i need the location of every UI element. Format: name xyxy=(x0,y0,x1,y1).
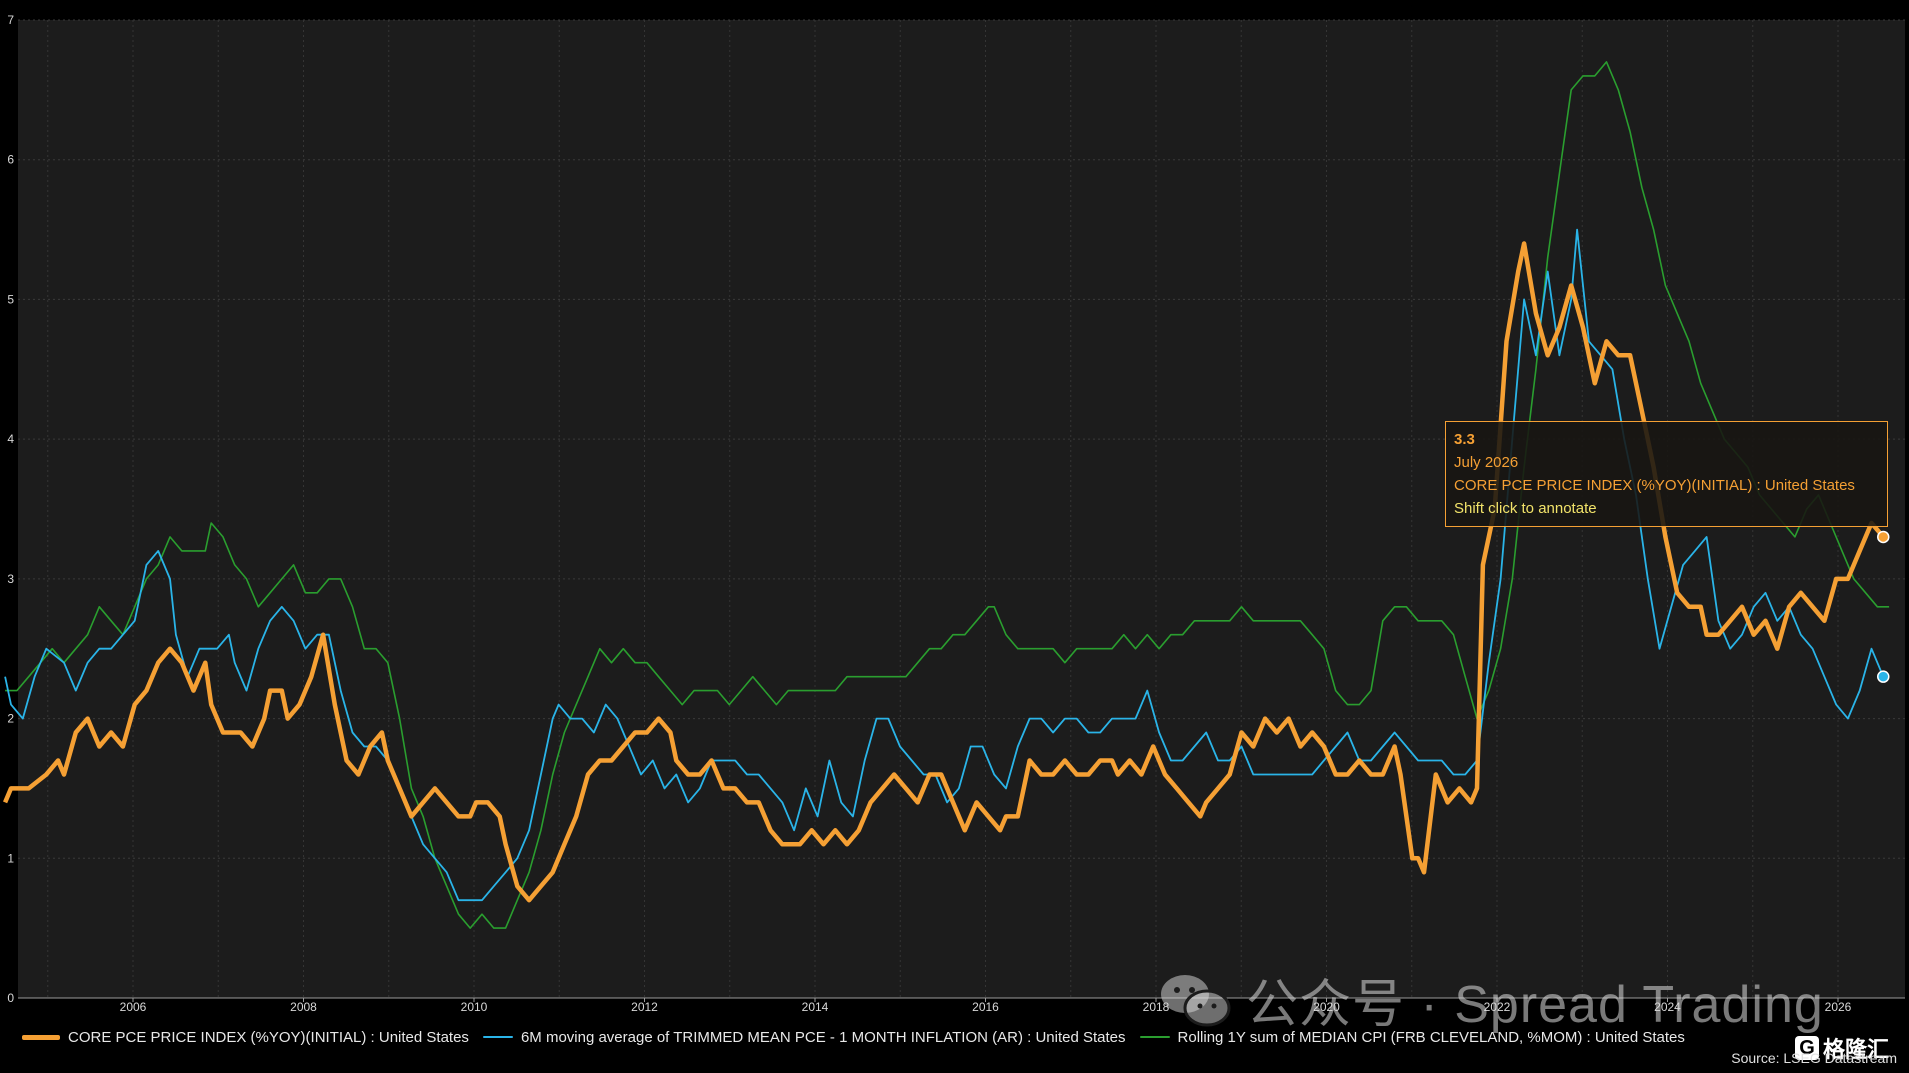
x-tick-label: 2012 xyxy=(631,1000,658,1014)
y-tick-label: 0 xyxy=(7,991,14,1005)
legend-label: CORE PCE PRICE INDEX (%YOY)(INITIAL) : U… xyxy=(68,1028,469,1046)
y-tick-label: 6 xyxy=(7,153,14,167)
legend-swatch xyxy=(482,1036,513,1038)
y-tick-label: 5 xyxy=(7,292,14,306)
tooltip-value: 3.3 xyxy=(1454,431,1475,448)
y-tick-label: 7 xyxy=(7,13,14,27)
y-tick-label: 2 xyxy=(7,712,14,726)
chart-legend: CORE PCE PRICE INDEX (%YOY)(INITIAL) : U… xyxy=(22,1026,1699,1048)
line-chart: 01234567 2006 2008 2010 2012 2014 2016 2018 202… xyxy=(0,0,1909,1073)
y-tick-label: 4 xyxy=(7,432,14,446)
x-tick-label: 2016 xyxy=(972,1000,999,1014)
legend-swatch xyxy=(22,1034,60,1040)
legend-label: Rolling 1Y sum of MEDIAN CPI (FRB CLEVEL… xyxy=(1177,1028,1685,1046)
tooltip-series: CORE PCE PRICE INDEX (%YOY)(INITIAL) : U… xyxy=(1454,477,1855,494)
x-tick-label: 2010 xyxy=(461,1000,488,1014)
x-tick-label: 2006 xyxy=(120,1000,147,1014)
legend-label: 6M moving average of TRIMMED MEAN PCE - … xyxy=(520,1028,1126,1046)
legend-item-trimmed-mean: 6M moving average of TRIMMED MEAN PCE - … xyxy=(482,1028,1126,1046)
series-end-point[interactable] xyxy=(1877,530,1890,544)
series-end-point[interactable] xyxy=(1877,670,1890,683)
legend-item-median-cpi: Rolling 1Y sum of MEDIAN CPI (FRB CLEVEL… xyxy=(1139,1028,1685,1046)
wechat-icon xyxy=(1161,974,1231,1026)
tooltip-hint: Shift click to annotate xyxy=(1454,500,1597,517)
y-tick-label: 1 xyxy=(7,851,14,865)
legend-item-core-pce: CORE PCE PRICE INDEX (%YOY)(INITIAL) : U… xyxy=(22,1029,469,1046)
data-tooltip: 3.3 July 2026 CORE PCE PRICE INDEX (%YOY… xyxy=(1445,421,1888,527)
tooltip-date: July 2026 xyxy=(1454,454,1519,471)
x-tick-label: 2008 xyxy=(290,1000,317,1014)
source-note: Source: LSEG Datastream xyxy=(1731,1050,1897,1066)
y-tick-label: 3 xyxy=(7,572,14,586)
x-tick-label: 2014 xyxy=(802,1000,829,1014)
x-tick-label: 2026 xyxy=(1825,1000,1852,1014)
legend-swatch xyxy=(1139,1036,1170,1038)
